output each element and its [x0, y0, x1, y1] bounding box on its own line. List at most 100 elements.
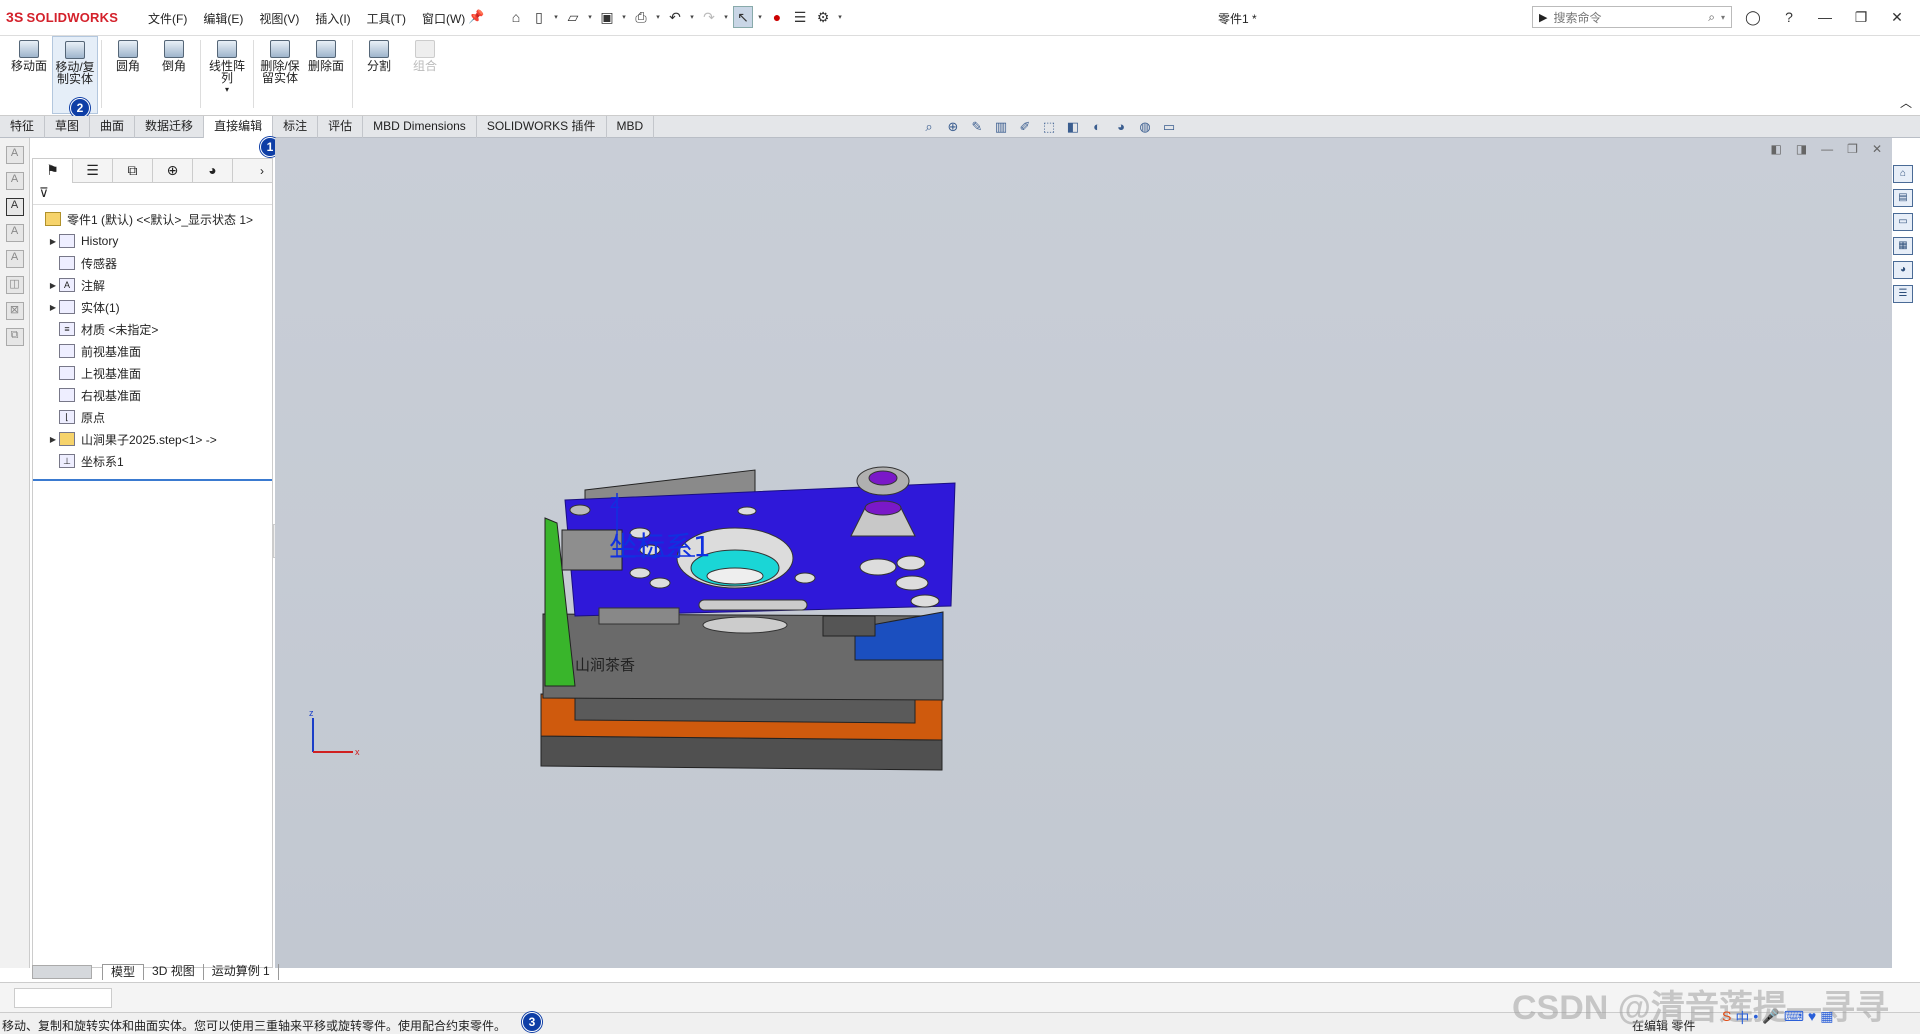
- tab-features[interactable]: 特征: [0, 116, 46, 138]
- tree-item-history[interactable]: ▶ History: [33, 230, 272, 252]
- tab-surfaces[interactable]: 曲面: [90, 116, 136, 138]
- skin-icon[interactable]: ♥: [1808, 1008, 1816, 1028]
- microphone-icon[interactable]: 🎤: [1762, 1008, 1779, 1028]
- search-commands-box[interactable]: ▶ 搜索命令 ⌕ ▾: [1532, 6, 1732, 28]
- apply-scene-icon[interactable]: ◍: [1136, 118, 1154, 136]
- menu-file[interactable]: 文件(F): [140, 10, 195, 27]
- surface-finish-icon[interactable]: ◫: [5, 276, 24, 294]
- zoom-to-fit-icon[interactable]: ⌕: [920, 118, 938, 136]
- close-button[interactable]: ✕: [1884, 6, 1910, 28]
- dimension-icon[interactable]: ⧉: [5, 328, 24, 346]
- tab-evaluate[interactable]: 评估: [318, 116, 364, 138]
- toolbox-icon[interactable]: ▦: [1820, 1008, 1833, 1028]
- annotation-tool-icon[interactable]: A: [5, 146, 24, 164]
- rollback-bar[interactable]: [33, 479, 272, 481]
- keyboard-icon[interactable]: ⌨: [1784, 1008, 1804, 1028]
- view-orientation-icon[interactable]: ⬚: [1040, 118, 1058, 136]
- split-button[interactable]: 分割: [356, 36, 402, 72]
- tree-item-sensors[interactable]: 传感器: [33, 252, 272, 274]
- pin-menu-icon[interactable]: 📌: [468, 9, 484, 25]
- new-dropdown-icon[interactable]: ▾: [552, 13, 560, 21]
- tab-data-migration[interactable]: 数据迁移: [135, 116, 205, 138]
- expand-arrow-icon[interactable]: ▶: [47, 303, 59, 312]
- fillet-button[interactable]: 圆角: [105, 36, 151, 72]
- tree-item-solid-bodies[interactable]: ▶ 实体(1): [33, 296, 272, 318]
- select-pointer-icon[interactable]: ↖: [733, 6, 753, 28]
- dimxpert-manager-tab-icon[interactable]: ⊕: [153, 159, 193, 183]
- zoom-to-area-icon[interactable]: ⊕: [944, 118, 962, 136]
- user-account-icon[interactable]: ◯: [1740, 6, 1766, 28]
- tree-item-material[interactable]: ≡ 材质 <未指定>: [33, 318, 272, 340]
- menu-window[interactable]: 窗口(W): [414, 10, 473, 27]
- tab-motion-study-1[interactable]: 运动算例 1: [204, 964, 279, 980]
- help-icon[interactable]: ?: [1776, 6, 1802, 28]
- tab-mbd[interactable]: MBD: [607, 116, 655, 138]
- print-dropdown-icon[interactable]: ▾: [654, 13, 662, 21]
- solidworks-resources-home-icon[interactable]: ⌂: [1893, 165, 1913, 183]
- property-manager-tab-icon[interactable]: ☰: [73, 159, 113, 183]
- file-explorer-icon[interactable]: ▭: [1893, 213, 1913, 231]
- design-library-icon[interactable]: ▤: [1893, 189, 1913, 207]
- redo-icon[interactable]: ↷: [699, 6, 719, 28]
- linear-pattern-dropdown-icon[interactable]: ▾: [225, 84, 229, 96]
- tree-root-part[interactable]: 零件1 (默认) <<默认>_显示状态 1>: [33, 208, 272, 230]
- new-document-icon[interactable]: ▯: [529, 6, 549, 28]
- tab-mbd-dimensions[interactable]: MBD Dimensions: [363, 116, 477, 138]
- filter-icon[interactable]: ⊽: [33, 183, 272, 205]
- menu-view[interactable]: 视图(V): [251, 10, 307, 27]
- tab-scroll-arrows[interactable]: [32, 965, 92, 979]
- tab-sketch[interactable]: 草图: [45, 116, 91, 138]
- restore-button[interactable]: ❐: [1848, 6, 1874, 28]
- open-dropdown-icon[interactable]: ▾: [586, 13, 594, 21]
- view-palette-icon[interactable]: ▦: [1893, 237, 1913, 255]
- tree-item-imported-step[interactable]: ▶ 山涧果子2025.step<1> ->: [33, 428, 272, 450]
- open-icon[interactable]: ▱: [563, 6, 583, 28]
- text-tool-icon[interactable]: A: [5, 198, 24, 216]
- feature-manager-tab-icon[interactable]: ⚑: [33, 159, 73, 183]
- options-gear-icon[interactable]: ⚙: [813, 6, 833, 28]
- ime-chinese-mode-icon[interactable]: 中: [1735, 1008, 1749, 1028]
- display-style-icon[interactable]: ◧: [1064, 118, 1082, 136]
- tab-model[interactable]: 模型: [102, 964, 145, 980]
- linear-pattern-button[interactable]: 线性阵列 ▾: [204, 36, 250, 96]
- minimize-button[interactable]: —: [1812, 6, 1838, 28]
- save-icon[interactable]: ▣: [597, 6, 617, 28]
- edit-appearance-icon[interactable]: ◕: [1112, 118, 1130, 136]
- print-icon[interactable]: ⎙: [631, 6, 651, 28]
- custom-properties-icon[interactable]: ☰: [1893, 285, 1913, 303]
- home-icon[interactable]: ⌂: [506, 6, 526, 28]
- move-face-button[interactable]: 移动面: [6, 36, 52, 72]
- undo-icon[interactable]: ↶: [665, 6, 685, 28]
- redo-dropdown-icon[interactable]: ▾: [722, 13, 730, 21]
- file-properties-icon[interactable]: ☰: [790, 6, 810, 28]
- hide-show-items-icon[interactable]: ◐: [1088, 118, 1106, 136]
- display-manager-tab-icon[interactable]: ◕: [193, 159, 233, 183]
- configuration-manager-tab-icon[interactable]: ⧉: [113, 159, 153, 183]
- weld-tool-icon[interactable]: A: [5, 250, 24, 268]
- menu-insert[interactable]: 插入(I): [307, 10, 358, 27]
- expand-arrow-icon[interactable]: ▶: [47, 237, 59, 246]
- undo-dropdown-icon[interactable]: ▾: [688, 13, 696, 21]
- collapse-ribbon-icon[interactable]: ︿: [1900, 94, 1912, 111]
- search-icon[interactable]: ⌕: [1708, 10, 1715, 25]
- tree-item-top-plane[interactable]: 上视基准面: [33, 362, 272, 384]
- save-dropdown-icon[interactable]: ▾: [620, 13, 628, 21]
- tab-solidworks-addins[interactable]: SOLIDWORKS 插件: [477, 116, 607, 138]
- datum-icon[interactable]: ⊠: [5, 302, 24, 320]
- tree-item-right-plane[interactable]: 右视基准面: [33, 384, 272, 406]
- section-view-icon[interactable]: ▥: [992, 118, 1010, 136]
- options-dropdown-icon[interactable]: ▾: [836, 13, 844, 21]
- search-dropdown-icon[interactable]: ▾: [1721, 13, 1725, 22]
- menu-tools[interactable]: 工具(T): [359, 10, 414, 27]
- tree-item-front-plane[interactable]: 前视基准面: [33, 340, 272, 362]
- tree-item-origin[interactable]: ⌊ 原点: [33, 406, 272, 428]
- more-tabs-chevron-icon[interactable]: ›: [252, 159, 272, 182]
- chamfer-button[interactable]: 倒角: [151, 36, 197, 72]
- tab-3d-views[interactable]: 3D 视图: [144, 964, 204, 980]
- expand-arrow-icon[interactable]: ▶: [47, 435, 59, 444]
- graphics-area[interactable]: ◧ ◨ — ❐ ✕ Z 坐标系1 山涧茶香 z x: [275, 138, 1892, 968]
- tree-item-annotations[interactable]: ▶ A 注解: [33, 274, 272, 296]
- tab-direct-editing[interactable]: 直接编辑: [204, 116, 274, 138]
- delete-face-button[interactable]: 删除面: [303, 36, 349, 72]
- balloon-tool-icon[interactable]: A: [5, 224, 24, 242]
